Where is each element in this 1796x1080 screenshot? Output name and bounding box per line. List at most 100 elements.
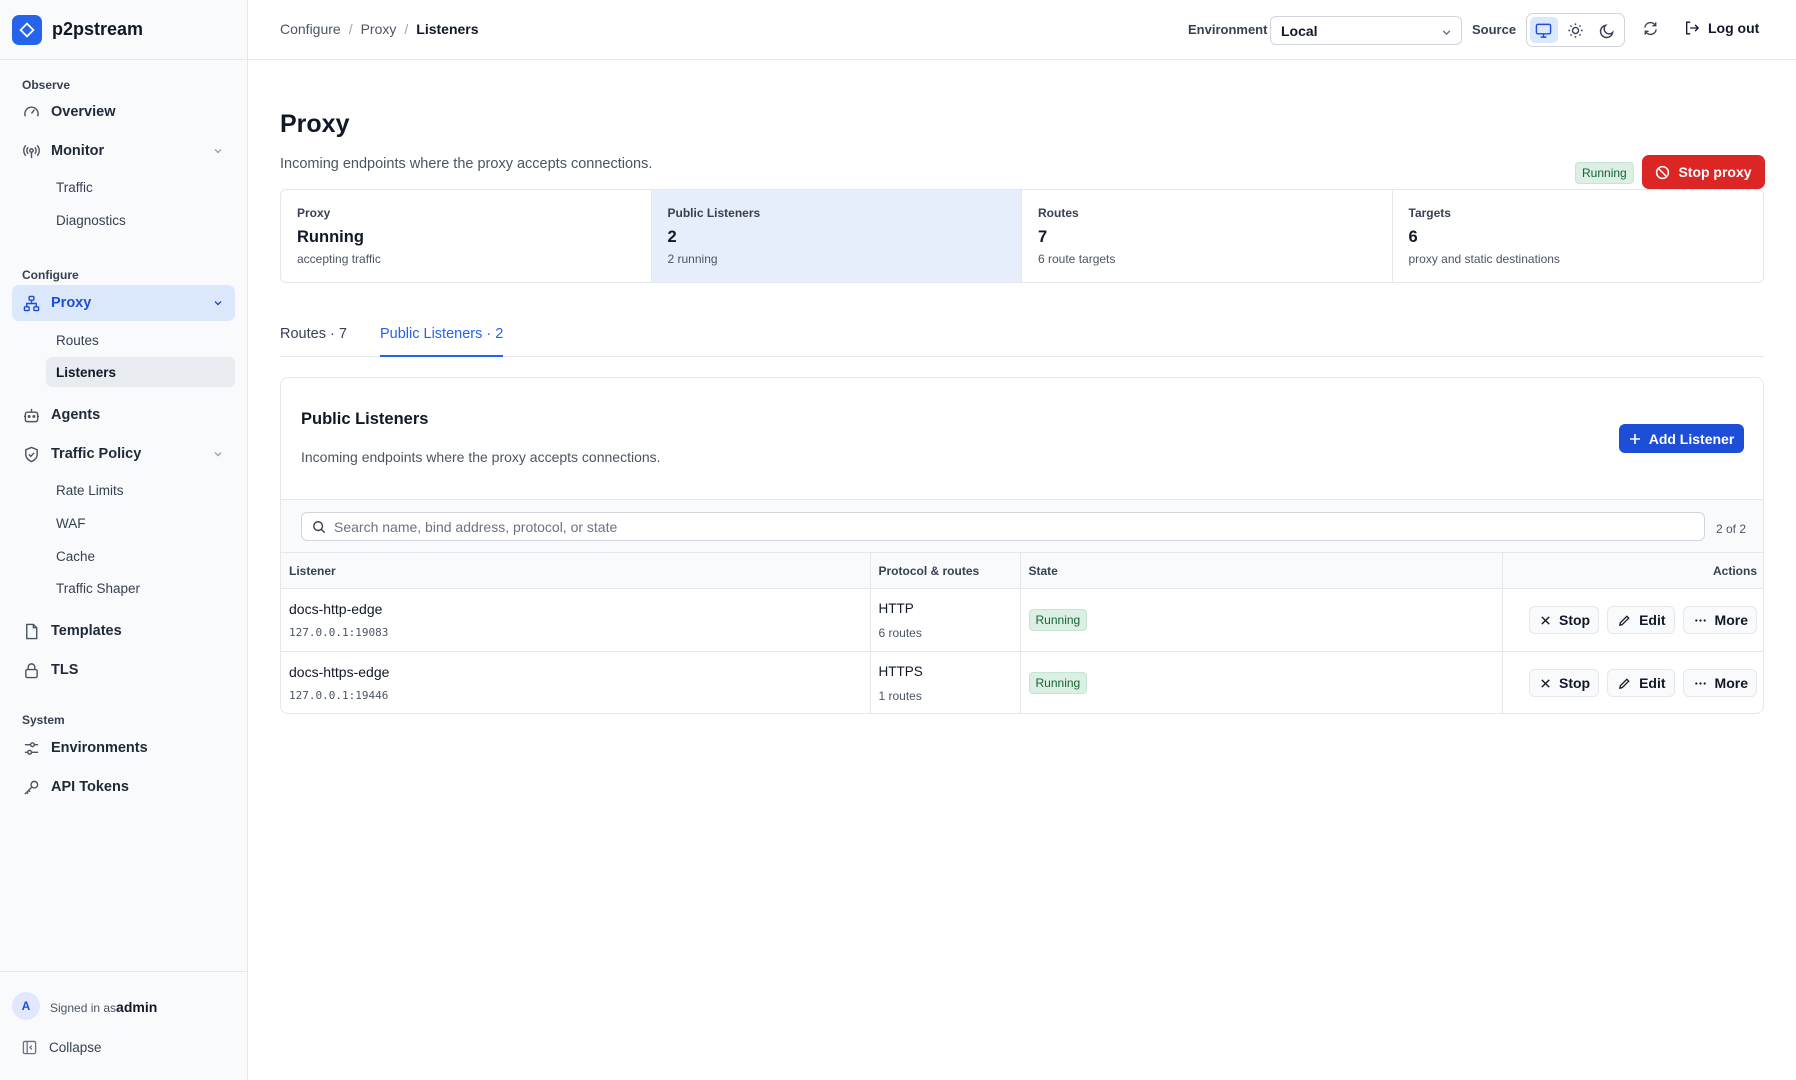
log-out-button[interactable]: Log out <box>1684 20 1759 36</box>
table-row[interactable]: docs-http-edge 127.0.0.1:19083 HTTP 6 ro… <box>281 588 1763 652</box>
column-header-listener[interactable]: Listener <box>281 552 870 589</box>
more-button[interactable]: More <box>1682 606 1757 634</box>
avatar[interactable]: A <box>12 992 40 1020</box>
listener-protocol: HTTPS <box>878 663 923 679</box>
monitor-theme-button[interactable] <box>1530 17 1558 43</box>
sidebar-item-label: Templates <box>51 623 122 639</box>
column-header-actions: Actions <box>1501 552 1763 589</box>
protocol-cell: HTTP 6 routes <box>869 588 1020 652</box>
sidebar-item-label: Traffic Policy <box>51 446 142 462</box>
username: admin <box>116 999 158 1015</box>
section-label-system: System <box>22 713 65 727</box>
sidebar-item-tls[interactable]: TLS <box>12 652 235 688</box>
tab-public-listeners[interactable]: Public Listeners · 2 <box>380 322 504 357</box>
log-out-icon <box>1684 20 1700 36</box>
stop-button[interactable]: Stop <box>1528 669 1600 697</box>
stop-proxy-button[interactable]: Stop proxy <box>1642 155 1765 189</box>
section-label-observe: Observe <box>22 78 71 92</box>
edit-label: Edit <box>1639 612 1666 628</box>
stop-button[interactable]: Stop <box>1528 606 1600 634</box>
sidebar-item-templates[interactable]: Templates <box>12 613 235 649</box>
sidebar-item-listeners[interactable]: Listeners <box>46 357 235 387</box>
stat-routes[interactable]: Routes 7 6 route targets <box>1022 190 1393 282</box>
status-badge: Running <box>1575 162 1634 184</box>
stat-value: 6 <box>1408 228 1418 246</box>
more-label: More <box>1714 675 1748 691</box>
brand[interactable]: p2pstream <box>0 0 247 60</box>
sidebar-item-traffic-shaper[interactable]: Traffic Shaper <box>46 573 235 603</box>
result-count: 2 of 2 <box>1715 522 1746 536</box>
listener-address: 127.0.0.1:19446 <box>289 689 389 702</box>
close-icon <box>1540 678 1551 689</box>
breadcrumb-proxy[interactable]: Proxy <box>361 21 397 37</box>
tab-routes[interactable]: Routes · 7 <box>280 322 347 357</box>
sidebar-item-overview[interactable]: Overview <box>12 94 235 130</box>
collapse-button[interactable]: Collapse <box>22 1040 102 1055</box>
lock-icon <box>22 661 40 679</box>
sidebar-item-label: Monitor <box>51 143 105 159</box>
stop-label: Stop <box>1558 675 1591 691</box>
sidebar-item-agents[interactable]: Agents <box>12 397 235 433</box>
stat-value: 7 <box>1038 228 1048 246</box>
table-row[interactable]: docs-https-edge 127.0.0.1:19446 HTTPS 1 … <box>281 651 1763 713</box>
search-input[interactable] <box>334 518 1704 535</box>
sidebar-item-proxy[interactable]: Proxy <box>12 285 235 321</box>
search-row: 2 of 2 <box>281 499 1763 552</box>
theme-toggle <box>1526 13 1625 47</box>
sidebar-item-api-tokens[interactable]: API Tokens <box>12 769 235 805</box>
sidebar: p2pstream Observe Overview Monitor Traff… <box>0 0 248 1080</box>
row-actions: Stop Edit More <box>1511 669 1757 697</box>
chevron-down-icon <box>213 296 223 312</box>
stop-proxy-label: Stop proxy <box>1678 164 1752 180</box>
search-field[interactable] <box>301 512 1705 541</box>
row-actions: Stop Edit More <box>1511 606 1757 634</box>
breadcrumb-separator: / <box>348 21 353 37</box>
stat-proxy[interactable]: Proxy Running accepting traffic <box>281 190 652 282</box>
sidebar-item-routes[interactable]: Routes <box>46 325 235 355</box>
stat-label: Routes <box>1038 206 1079 220</box>
breadcrumb-configure[interactable]: Configure <box>280 21 341 37</box>
environment-select[interactable]: Local <box>1270 16 1462 45</box>
key-icon <box>22 778 40 796</box>
sidebar-item-label: API Tokens <box>51 779 129 795</box>
listener-name[interactable]: docs-http-edge <box>289 601 862 617</box>
state-badge: Running <box>1028 609 1088 631</box>
listener-routes: 1 routes <box>878 688 922 703</box>
sidebar-item-traffic-policy[interactable]: Traffic Policy <box>12 436 235 472</box>
sidebar-item-cache[interactable]: Cache <box>46 541 235 571</box>
signed-in-prefix: Signed in as <box>50 1001 117 1015</box>
sidebar-item-environments[interactable]: Environments <box>12 730 235 766</box>
sidebar-item-waf[interactable]: WAF <box>46 508 235 538</box>
sidebar-item-label: Proxy <box>51 295 92 311</box>
broadcast-icon <box>22 142 40 160</box>
network-icon <box>22 294 40 312</box>
log-out-label: Log out <box>1708 20 1760 36</box>
card-title: Public Listeners <box>301 410 429 428</box>
stat-targets[interactable]: Targets 6 proxy and static destinations <box>1393 190 1764 282</box>
light-theme-button[interactable] <box>1562 17 1590 43</box>
document-icon <box>22 622 40 640</box>
edit-button[interactable]: Edit <box>1607 669 1675 697</box>
add-listener-label: Add Listener <box>1648 430 1735 447</box>
stat-public-listeners[interactable]: Public Listeners 2 2 running <box>651 190 1022 282</box>
topbar: Configure / Proxy / Listeners Environmen… <box>248 0 1796 60</box>
stat-label: Proxy <box>297 206 331 220</box>
more-button[interactable]: More <box>1682 669 1757 697</box>
listeners-table: Listener Protocol & routes State Actions… <box>281 552 1763 713</box>
breadcrumb-listeners: Listeners <box>416 21 479 37</box>
sidebar-item-label: Agents <box>51 407 101 423</box>
dark-theme-button[interactable] <box>1593 17 1621 43</box>
stat-label: Targets <box>1408 206 1451 220</box>
add-listener-button[interactable]: Add Listener <box>1619 424 1744 453</box>
listener-name[interactable]: docs-https-edge <box>289 664 862 680</box>
column-header-protocol[interactable]: Protocol & routes <box>869 552 1020 589</box>
column-header-state[interactable]: State <box>1019 552 1502 589</box>
sidebar-item-rate-limits[interactable]: Rate Limits <box>46 475 235 505</box>
refresh-button[interactable] <box>1642 20 1659 37</box>
pencil-icon <box>1618 614 1631 627</box>
edit-button[interactable]: Edit <box>1607 606 1675 634</box>
sidebar-item-monitor[interactable]: Monitor <box>12 133 235 169</box>
sidebar-item-traffic[interactable]: Traffic <box>46 172 235 202</box>
sidebar-item-diagnostics[interactable]: Diagnostics <box>46 205 235 235</box>
ellipsis-icon <box>1694 677 1707 690</box>
